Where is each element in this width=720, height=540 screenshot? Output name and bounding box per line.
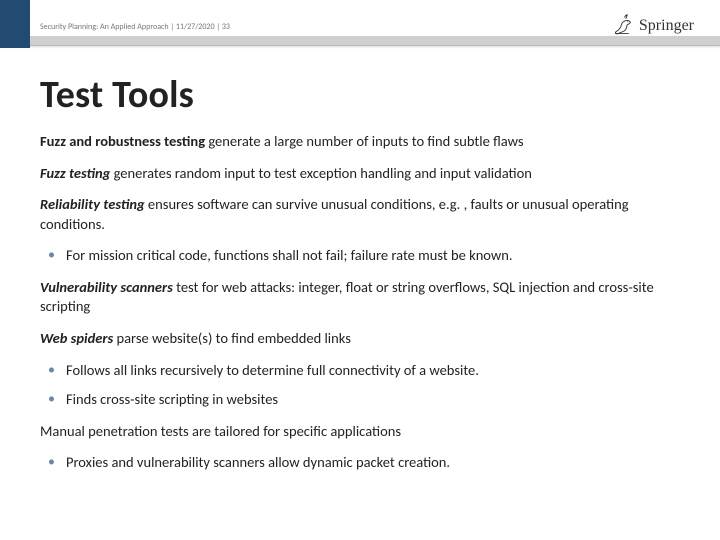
para-reliability: Reliability testing ensures software can… [40,195,680,234]
block-reliability: Reliability testing ensures software can… [40,195,680,266]
list-item: Finds cross-site scripting in websites [48,390,680,410]
para-fuzz-testing: Fuzz testing generates random input to t… [40,164,680,184]
lead-text: Fuzz and robustness testing [40,132,205,150]
content: Test Tools Fuzz and robustness testing g… [40,72,680,485]
lead-text: Vulnerability scanners [40,278,173,296]
para-manual-pentest: Manual penetration tests are tailored fo… [40,422,680,442]
para-vuln-scanners: Vulnerability scanners test for web atta… [40,278,680,317]
block-manual-pentest: Manual penetration tests are tailored fo… [40,422,680,473]
slide: Security Planning: An Applied Approach |… [0,0,720,540]
springer-horse-icon [611,10,633,41]
list-item: Follows all links recursively to determi… [48,361,680,381]
page-title: Test Tools [40,72,680,118]
lead-text: Fuzz testing [40,164,110,182]
block-web-spiders: Web spiders parse website(s) to find emb… [40,329,680,410]
bullet-list: For mission critical code, functions sha… [48,246,680,266]
body-text: generate a large number of inputs to fin… [205,132,523,150]
para-fuzz-robustness: Fuzz and robustness testing generate a l… [40,132,680,152]
para-web-spiders: Web spiders parse website(s) to find emb… [40,329,680,349]
body-text: parse website(s) to find embedded links [113,329,351,347]
brand-logo: Springer [611,10,694,41]
brand-name: Springer [639,17,694,35]
lead-text: Web spiders [40,329,113,347]
bullet-list: Proxies and vulnerability scanners allow… [48,453,680,473]
lead-text: Reliability testing [40,195,145,213]
body-text: generates random input to test exception… [110,164,532,182]
list-item: Proxies and vulnerability scanners allow… [48,453,680,473]
header-breadcrumb: Security Planning: An Applied Approach |… [40,22,230,32]
list-item: For mission critical code, functions sha… [48,246,680,266]
bullet-list: Follows all links recursively to determi… [48,361,680,410]
header-accent-block [0,0,30,48]
